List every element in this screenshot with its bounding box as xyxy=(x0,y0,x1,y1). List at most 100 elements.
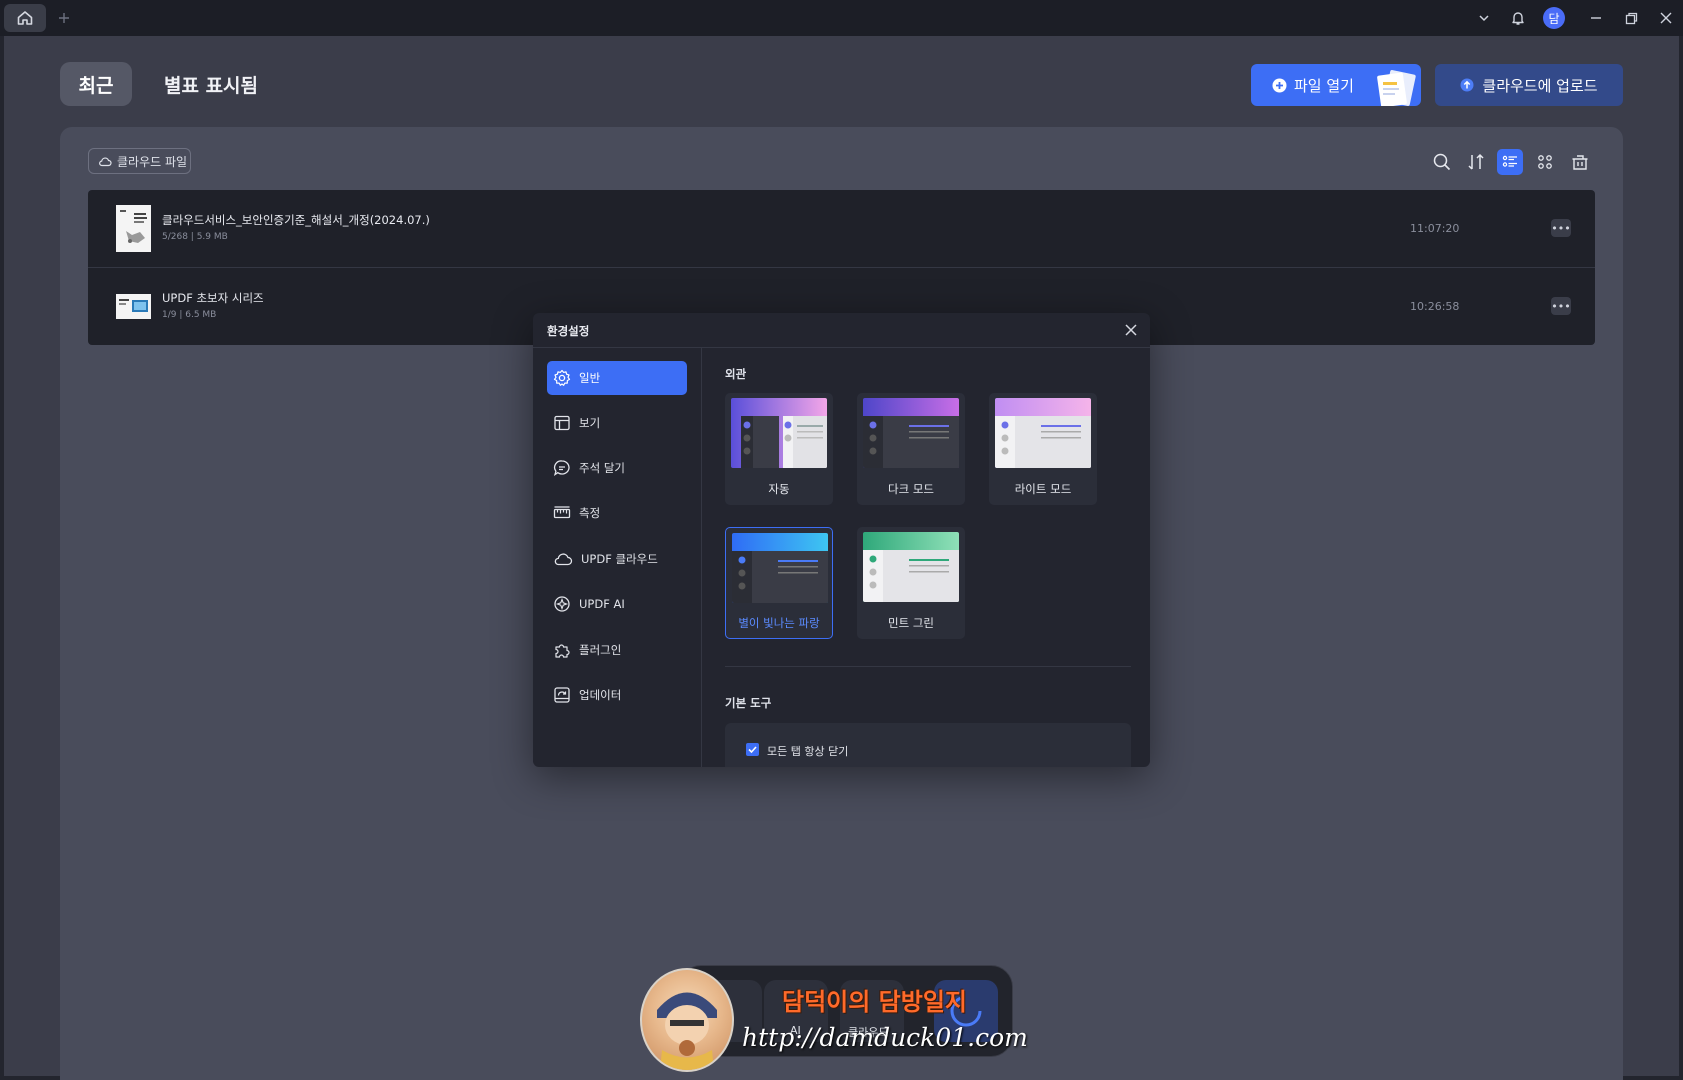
theme-card-starry-blue[interactable]: 별이 빛나는 파랑 xyxy=(725,527,833,639)
upload-label: 클라우드에 업로드 xyxy=(1482,76,1598,95)
sort-button[interactable] xyxy=(1463,149,1489,175)
upload-icon xyxy=(1460,78,1474,92)
file-more-button[interactable]: ••• xyxy=(1551,219,1571,237)
list-view-button[interactable] xyxy=(1497,149,1523,175)
theme-name: 별이 빛나는 파랑 xyxy=(738,616,820,630)
open-file-button[interactable]: 파일 열기 xyxy=(1251,64,1421,106)
search-button[interactable] xyxy=(1429,149,1455,175)
file-thumbnail xyxy=(116,294,151,319)
theme-card-dark[interactable]: 다크 모드 xyxy=(857,393,965,505)
theme-preview xyxy=(732,533,828,603)
basic-tools-options: 모든 탭 항상 닫기 xyxy=(725,723,1131,767)
theme-preview xyxy=(863,398,959,468)
theme-name: 민트 그린 xyxy=(888,616,934,630)
theme-name: 다크 모드 xyxy=(888,482,934,496)
close-all-tabs-checkbox[interactable] xyxy=(746,743,759,756)
tab-recent[interactable]: 최근 xyxy=(60,62,132,106)
more-icon: ••• xyxy=(1551,221,1571,235)
dialog-close-button[interactable] xyxy=(1123,322,1139,338)
tab-starred[interactable]: 별표 표시됨 xyxy=(164,62,258,106)
update-icon xyxy=(554,687,570,703)
open-file-label: 파일 열기 xyxy=(1294,76,1354,95)
basic-tools-heading: 기본 도구 xyxy=(725,696,772,710)
file-name: 클라우드서비스_보안인증기준_해설서_개정(2024.07.) xyxy=(162,213,430,227)
theme-name: 자동 xyxy=(768,482,790,496)
user-avatar[interactable]: 담 xyxy=(1543,7,1565,29)
theme-card-auto[interactable]: 자동 xyxy=(725,393,833,505)
cloud-chip-label: 클라우드 파일 xyxy=(117,154,188,169)
sidebar-item-label: 일반 xyxy=(579,371,601,385)
section-divider xyxy=(725,666,1131,667)
theme-preview xyxy=(731,398,827,468)
cloud-files-filter[interactable]: 클라우드 파일 xyxy=(88,148,191,174)
close-all-tabs-label: 모든 탭 항상 닫기 xyxy=(767,745,849,758)
theme-preview xyxy=(863,532,959,602)
sidebar-item-label: UPDF 클라우드 xyxy=(581,552,658,566)
appearance-heading: 외관 xyxy=(725,367,747,381)
watermark-url: http://damduck01.com xyxy=(742,1023,1028,1052)
tab-dropdown-button[interactable] xyxy=(1472,4,1496,32)
file-meta: 1/9 | 6.5 MB xyxy=(162,310,217,320)
file-row[interactable]: 클라우드서비스_보안인증기준_해설서_개정(2024.07.) 5/268 | … xyxy=(88,190,1595,267)
ruler-icon xyxy=(553,506,571,519)
grid-view-icon xyxy=(1538,155,1552,169)
grid-view-button[interactable] xyxy=(1532,149,1558,175)
sidebar-item-label: 보기 xyxy=(579,416,601,430)
ai-icon xyxy=(554,596,570,612)
sort-icon xyxy=(1468,153,1484,170)
list-view-icon xyxy=(1502,155,1517,167)
sidebar-item-updater[interactable]: 업데이터 xyxy=(547,678,687,712)
home-icon xyxy=(17,11,33,25)
sidebar-item-cloud[interactable]: UPDF 클라우드 xyxy=(547,542,687,576)
theme-card-mint-green[interactable]: 민트 그린 xyxy=(857,527,965,639)
sidebar-item-measure[interactable]: 측정 xyxy=(547,496,687,530)
file-time: 11:07:20 xyxy=(1410,222,1460,235)
sidebar-item-label: 주석 달기 xyxy=(579,461,625,475)
sidebar-item-general[interactable]: 일반 xyxy=(547,361,687,395)
file-time: 10:26:58 xyxy=(1410,300,1460,313)
dialog-title: 환경설정 xyxy=(547,324,590,338)
new-tab-button[interactable] xyxy=(54,4,74,32)
home-tab[interactable] xyxy=(4,4,46,32)
close-window-button[interactable] xyxy=(1654,4,1678,32)
sidebar-item-comment[interactable]: 주석 달기 xyxy=(547,451,687,485)
restore-icon xyxy=(1625,12,1637,24)
file-thumbnail xyxy=(116,205,151,252)
sidebar-item-label: 업데이터 xyxy=(579,688,622,702)
file-name: UPDF 초보자 시리즈 xyxy=(162,291,264,305)
trash-button[interactable] xyxy=(1567,149,1593,175)
bell-icon xyxy=(1512,12,1524,25)
cloud-icon xyxy=(99,157,112,167)
file-meta: 5/268 | 5.9 MB xyxy=(162,232,228,242)
trash-icon xyxy=(1572,155,1588,170)
dialog-header: 환경설정 xyxy=(533,313,1150,348)
close-icon xyxy=(1125,324,1137,336)
minimize-button[interactable] xyxy=(1584,4,1608,32)
sidebar-item-label: 플러그인 xyxy=(579,643,622,657)
theme-card-light[interactable]: 라이트 모드 xyxy=(989,393,1097,505)
minimize-icon xyxy=(1591,17,1601,19)
theme-preview xyxy=(995,398,1091,468)
sidebar-item-view[interactable]: 보기 xyxy=(547,406,687,440)
notification-button[interactable] xyxy=(1506,4,1530,32)
sidebar-item-label: UPDF AI xyxy=(579,597,625,611)
plus-circle-icon xyxy=(1272,78,1287,92)
restore-button[interactable] xyxy=(1619,4,1643,32)
sidebar-item-label: 측정 xyxy=(579,506,601,520)
comment-icon xyxy=(553,460,570,476)
chevron-down-icon xyxy=(1479,15,1489,22)
sidebar-item-ai[interactable]: UPDF AI xyxy=(547,587,687,621)
cloud-icon xyxy=(554,553,573,566)
check-icon xyxy=(748,746,757,754)
watermark-avatar xyxy=(640,968,734,1072)
more-icon: ••• xyxy=(1551,299,1571,313)
file-more-button[interactable]: ••• xyxy=(1551,297,1571,315)
upload-cloud-button[interactable]: 클라우드에 업로드 xyxy=(1435,64,1623,106)
preferences-dialog: 환경설정 일반 보기 주석 달기 측정 UPDF 클라우드 UPDF AI 플러… xyxy=(533,313,1150,767)
watermark-title: 담덕이의 담방일지 xyxy=(782,987,967,1016)
gear-icon xyxy=(553,369,571,386)
document-stack-icon xyxy=(1377,70,1416,106)
title-bar: 담 xyxy=(0,0,1683,36)
sidebar-item-plugin[interactable]: 플러그인 xyxy=(547,633,687,667)
person-illustration xyxy=(657,992,717,1070)
